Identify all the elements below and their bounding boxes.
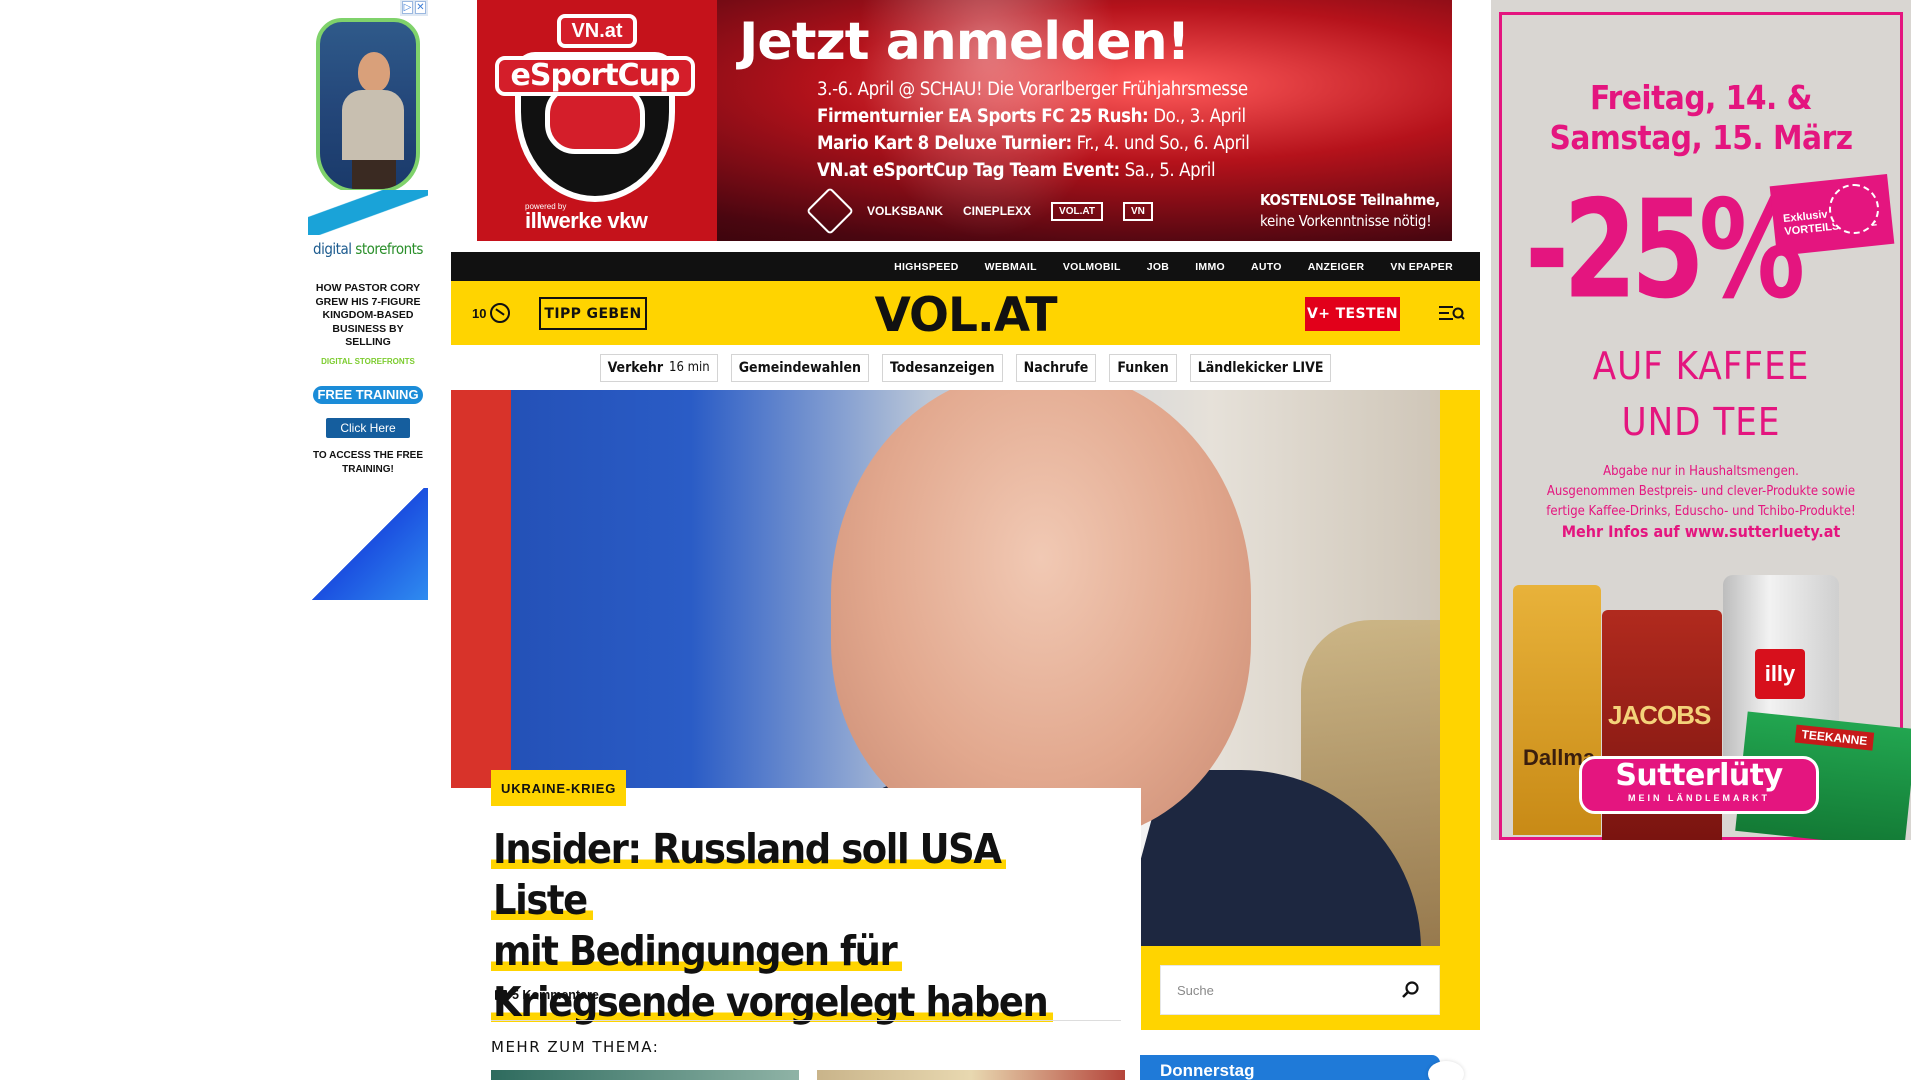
ad-corner-graphic	[308, 488, 428, 600]
ad-line-2: Firmenturnier EA Sports FC 25 Rush: Do.,…	[817, 106, 1246, 127]
quicklink-label: Verkehr	[607, 359, 664, 376]
comment-icon	[495, 990, 507, 1003]
quicklink-verkehr[interactable]: Verkehr 16 min	[599, 353, 718, 382]
ad-close-icon[interactable]: ✕	[415, 1, 426, 14]
ad-more-info: Mehr Infos auf www.sutterluety.at	[1561, 522, 1841, 541]
search-icon[interactable]	[1401, 980, 1421, 1000]
ad-wave-graphic	[308, 190, 428, 235]
related-heading: MEHR ZUM THEMA:	[491, 1038, 660, 1056]
ad-free-entry: KOSTENLOSE Teilnahme, keine Vorkenntniss…	[1260, 191, 1440, 230]
ad-line-3: Mario Kart 8 Deluxe Turnier: Fr., 4. und…	[817, 133, 1250, 154]
ad-date: Freitag, 14. & Samstag, 15. März	[1549, 78, 1853, 157]
quicklink-funken[interactable]: Funken	[1109, 353, 1177, 382]
quicklink-gemeindewahlen[interactable]: Gemeindewahlen	[730, 353, 870, 382]
ad-speaker-photo	[316, 18, 420, 193]
ad-access-text: TO ACCESS THE FREE TRAINING!	[312, 450, 423, 475]
quicklinks-bar: Verkehr 16 min Gemeindewahlen Todesanzei…	[451, 345, 1480, 390]
ad-logo-esportcup: eSportCup	[495, 56, 695, 96]
lead-article: UKRAINE-KRIEG Insider: Russland soll USA…	[451, 770, 1141, 1080]
weather-cloud-icon	[1428, 1061, 1464, 1080]
ad-product: AUF KAFFEE UND TEE	[1592, 344, 1810, 444]
ad-subline: DIGITAL STOREFRONTS	[321, 357, 415, 366]
weather-day: Donnerstag	[1160, 1061, 1255, 1080]
ad-choices[interactable]: ▷ ✕	[400, 0, 428, 16]
article-comments-link[interactable]: 5 Kommentare	[495, 988, 599, 1003]
ad-partner-logos: VOLKSBANK CINEPLEXX VOL.AT VN	[805, 186, 1233, 236]
quicklink-todesanzeigen[interactable]: Todesanzeigen	[882, 353, 1003, 382]
quicklink-laendlekicker[interactable]: Ländlekicker LIVE	[1189, 353, 1332, 382]
quicklink-nachrufe[interactable]: Nachrufe	[1015, 353, 1097, 382]
volksbank-logo: VOLKSBANK	[867, 204, 944, 218]
weather-widget[interactable]: 10	[472, 303, 511, 323]
nav-auto[interactable]: AUTO	[1238, 261, 1295, 273]
nav-job[interactable]: JOB	[1134, 261, 1183, 273]
comment-count: 5 Kommentare	[512, 988, 599, 1002]
nav-volmobil[interactable]: VOLMOBIL	[1050, 261, 1134, 273]
nav-webmail[interactable]: WEBMAIL	[972, 261, 1050, 273]
traffic-delay: 16 min	[669, 360, 710, 375]
weather-sun-icon	[490, 303, 511, 323]
vn-logo: VN	[1122, 201, 1153, 221]
regional-seal-icon	[1829, 184, 1879, 234]
ad-line-4: VN.at eSportCup Tag Team Event: Sa., 5. …	[817, 160, 1216, 181]
nav-vn-epaper[interactable]: VN EPAPER	[1377, 261, 1466, 273]
ad-logo-vnat: VN.at	[557, 14, 637, 48]
ad-brand-logo: digital storefronts	[313, 240, 423, 258]
esportcup-logo: VN.at eSportCup	[495, 14, 695, 204]
ad-info-icon[interactable]: ▷	[402, 1, 413, 14]
tipp-geben-button[interactable]: TIPP GEBEN	[539, 297, 647, 330]
service-nav: HIGHSPEED WEBMAIL VOLMOBIL JOB IMMO AUTO…	[451, 252, 1480, 281]
article-category-tag[interactable]: UKRAINE-KRIEG	[491, 770, 627, 806]
ad-event-lines: 3.-6. April @ SCHAU! Die Vorarlberger Fr…	[817, 76, 1250, 184]
related-thumb-2[interactable]	[817, 1070, 1125, 1080]
ad-free-training-badge: FREE TRAINING	[313, 386, 423, 404]
ad-line-1: 3.-6. April @ SCHAU! Die Vorarlberger Fr…	[817, 79, 1248, 100]
right-skyscraper-ad[interactable]: Freitag, 14. & Samstag, 15. März -25% Ex…	[1491, 0, 1911, 840]
nav-highspeed[interactable]: HIGHSPEED	[881, 261, 972, 273]
ad-headline: HOW PASTOR CORY GREW HIS 7-FIGURE KINGDO…	[315, 282, 421, 348]
top-banner-ad[interactable]: VN.at eSportCup powered by illwerke vkw …	[477, 0, 1452, 241]
nav-anzeiger[interactable]: ANZEIGER	[1295, 261, 1378, 273]
weather-card[interactable]: Donnerstag	[1140, 1055, 1464, 1080]
vplus-testen-button[interactable]: V+ TESTEN	[1305, 297, 1400, 331]
nav-immo[interactable]: IMMO	[1182, 261, 1238, 273]
divider	[491, 1020, 1121, 1021]
ad-fineprint: Abgabe nur in Haushaltsmengen. Ausgenomm…	[1546, 464, 1856, 519]
menu-search-icon[interactable]	[1439, 303, 1465, 323]
ad-click-here-button[interactable]: Click Here	[326, 418, 410, 438]
site-header: 10 TIPP GEBEN VOL.AT V+ TESTEN	[451, 281, 1480, 345]
search-box	[1160, 965, 1440, 1015]
austria-logo-icon	[805, 186, 855, 236]
search-input[interactable]	[1177, 982, 1397, 998]
ad-sponsor-logo: illwerke vkw	[525, 208, 648, 233]
temperature: 10	[472, 305, 487, 321]
left-skyscraper-ad[interactable]: ▷ ✕ digital storefronts HOW PASTOR CORY …	[308, 0, 428, 600]
ad-discount: -25%	[1525, 170, 1805, 329]
related-thumb-1[interactable]	[491, 1070, 799, 1080]
cineplexx-logo: CINEPLEXX	[963, 204, 1032, 218]
volat-logo: VOL.AT	[1051, 201, 1103, 221]
ad-title: Jetzt anmelden!	[739, 12, 1190, 72]
ad-store-logo: Sutterlüty MEIN LÄNDLEMARKT	[1579, 756, 1819, 814]
